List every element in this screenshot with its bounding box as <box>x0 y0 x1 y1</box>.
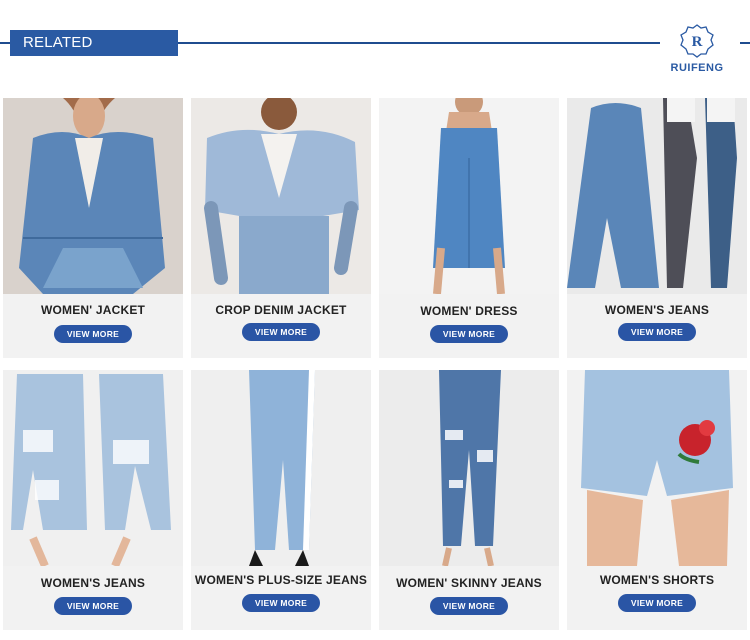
product-card[interactable]: WOMEN'S PLUS-SIZE JEANS VIEW MORE <box>191 370 371 630</box>
product-title: WOMEN'S JEANS <box>40 576 146 590</box>
brand-name: RUIFENG <box>670 62 724 74</box>
section-title: RELATED PRODUCTS <box>10 30 178 56</box>
product-photo-jeans[interactable] <box>567 98 747 294</box>
product-card[interactable]: WOMEN'S SHORTS VIEW MORE <box>567 370 747 630</box>
product-photo-shorts[interactable] <box>567 370 747 566</box>
view-more-button[interactable]: VIEW MORE <box>618 594 696 612</box>
product-title: WOMEN' JACKET <box>40 303 146 317</box>
view-more-button[interactable]: VIEW MORE <box>618 323 696 341</box>
view-more-button[interactable]: VIEW MORE <box>54 325 132 343</box>
product-card[interactable]: WOMEN'S JEANS VIEW MORE <box>567 98 747 358</box>
view-more-button[interactable]: VIEW MORE <box>430 597 508 615</box>
product-photo-plus-size-jeans[interactable] <box>191 370 371 566</box>
view-more-button[interactable]: VIEW MORE <box>430 325 508 343</box>
product-title: CROP DENIM JACKET <box>215 303 347 317</box>
brand-badge-icon: R <box>680 24 714 58</box>
product-photo-dress[interactable] <box>379 98 559 294</box>
view-more-button[interactable]: VIEW MORE <box>242 594 320 612</box>
brand-logo: R RUIFENG <box>660 20 740 80</box>
product-photo-jacket[interactable] <box>3 98 183 294</box>
product-title: WOMEN'S PLUS-SIZE JEANS <box>194 573 368 587</box>
product-photo-crop-jacket[interactable] <box>191 98 371 294</box>
product-card[interactable]: WOMEN' JACKET VIEW MORE <box>3 98 183 358</box>
product-title: WOMEN' DRESS <box>420 304 518 318</box>
product-photo-ripped-jeans[interactable] <box>3 370 183 566</box>
product-card[interactable]: WOMEN' SKINNY JEANS VIEW MORE <box>379 370 559 630</box>
view-more-button[interactable]: VIEW MORE <box>54 597 132 615</box>
product-title: WOMEN' SKINNY JEANS <box>396 576 542 590</box>
product-card[interactable]: WOMEN' DRESS VIEW MORE <box>379 98 559 358</box>
product-card[interactable]: CROP DENIM JACKET VIEW MORE <box>191 98 371 358</box>
product-photo-skinny-jeans[interactable] <box>379 370 559 566</box>
svg-text:R: R <box>692 34 703 50</box>
related-products-header: RELATED PRODUCTS R RUIFENG <box>0 0 750 92</box>
product-title: WOMEN'S SHORTS <box>599 573 715 587</box>
product-title: WOMEN'S JEANS <box>604 303 710 317</box>
product-card[interactable]: WOMEN'S JEANS VIEW MORE <box>3 370 183 630</box>
view-more-button[interactable]: VIEW MORE <box>242 323 320 341</box>
